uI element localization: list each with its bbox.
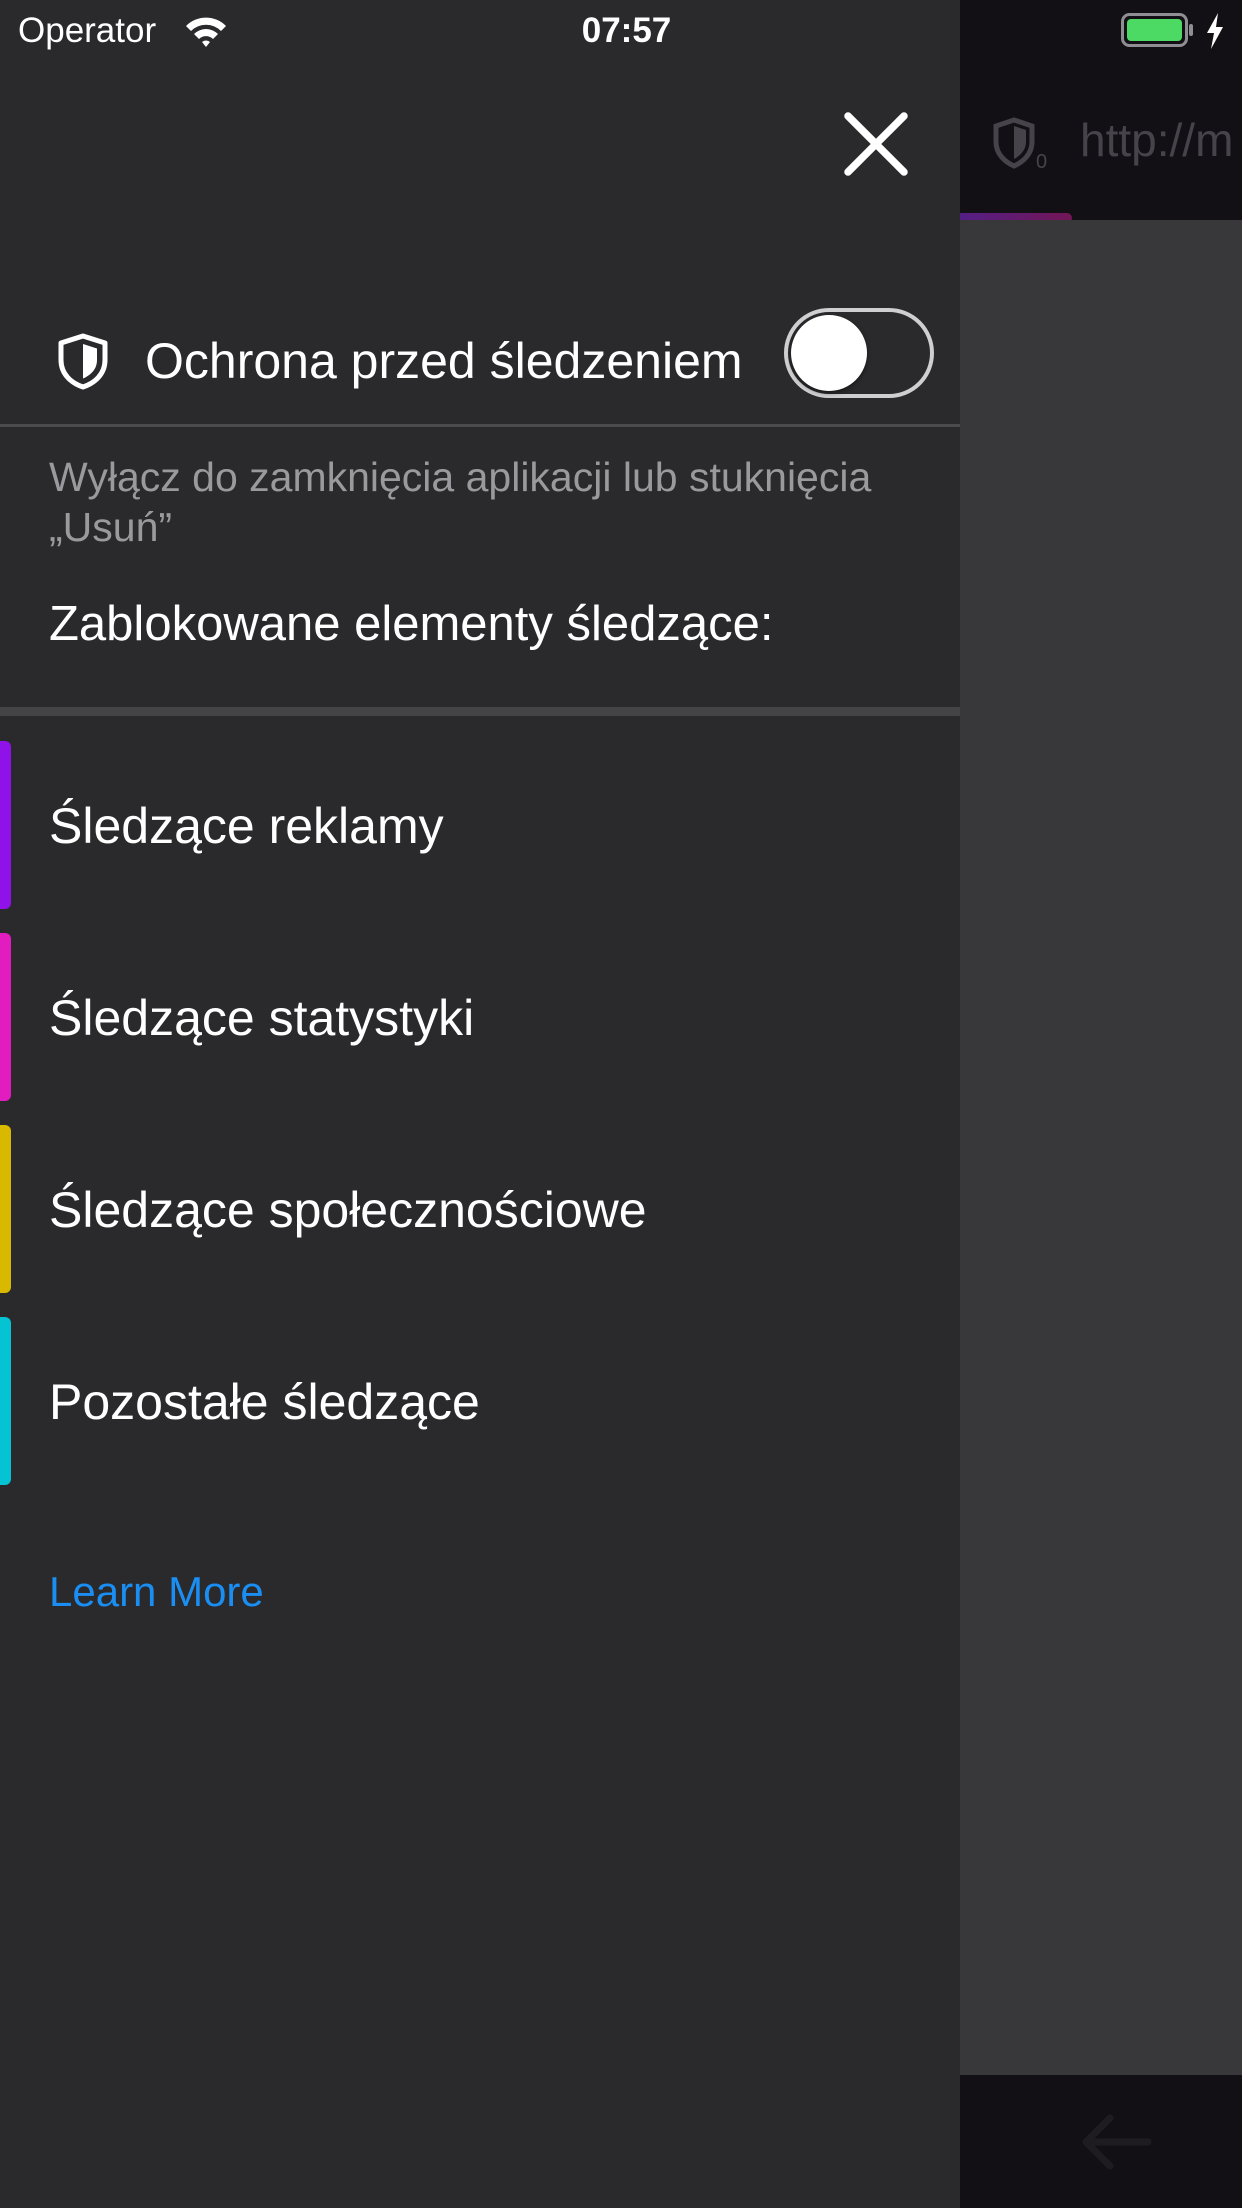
tracker-label: Pozostałe śledzące — [49, 1374, 480, 1430]
tracking-protection-toggle[interactable] — [784, 308, 934, 398]
browser-url-text[interactable]: http://m — [1080, 112, 1233, 168]
close-button[interactable] — [826, 98, 926, 190]
tracker-label: Śledzące społecznościowe — [49, 1182, 647, 1238]
tracker-row-analytics: Śledzące statystyki — [0, 933, 960, 1101]
screen: 0 http://m Ochrona przed śledzeniem Wyłą… — [0, 0, 1242, 2208]
blocked-trackers-heading: Zablokowane elementy śledzące: — [49, 597, 774, 651]
back-arrow-icon[interactable] — [1078, 2110, 1154, 2174]
tracker-label: Śledzące statystyki — [49, 990, 475, 1046]
shield-icon: 0 — [993, 117, 1047, 170]
tracking-protection-label: Ochrona przed śledzeniem — [145, 333, 743, 389]
tracking-protection-row: Ochrona przed śledzeniem — [0, 296, 960, 426]
divider — [0, 424, 960, 427]
clock: 07:57 — [581, 11, 672, 50]
browser-content — [960, 220, 1242, 2075]
tracker-color-bar — [0, 741, 11, 909]
status-bar: Operator 07:57 — [0, 0, 1242, 62]
close-icon — [844, 112, 908, 176]
tracker-row-ad: Śledzące reklamy — [0, 741, 960, 909]
battery-icon — [1121, 13, 1193, 47]
tracker-color-bar — [0, 933, 11, 1101]
learn-more-link[interactable]: Learn More — [49, 1566, 264, 1618]
section-divider — [0, 707, 960, 716]
svg-text:0: 0 — [1036, 151, 1047, 170]
shield-icon — [58, 333, 108, 390]
tracking-protection-panel: Ochrona przed śledzeniem Wyłącz do zamkn… — [0, 0, 960, 2208]
tracker-row-other: Pozostałe śledzące — [0, 1317, 960, 1485]
tracker-label: Śledzące reklamy — [49, 798, 444, 854]
disable-note: Wyłącz do zamknięcia aplikacji lub stukn… — [49, 454, 872, 550]
toggle-knob — [791, 315, 867, 391]
tracker-color-bar — [0, 1125, 11, 1293]
tracker-color-bar — [0, 1317, 11, 1485]
tracker-row-social: Śledzące społecznościowe — [0, 1125, 960, 1293]
bolt-icon — [1207, 13, 1223, 49]
